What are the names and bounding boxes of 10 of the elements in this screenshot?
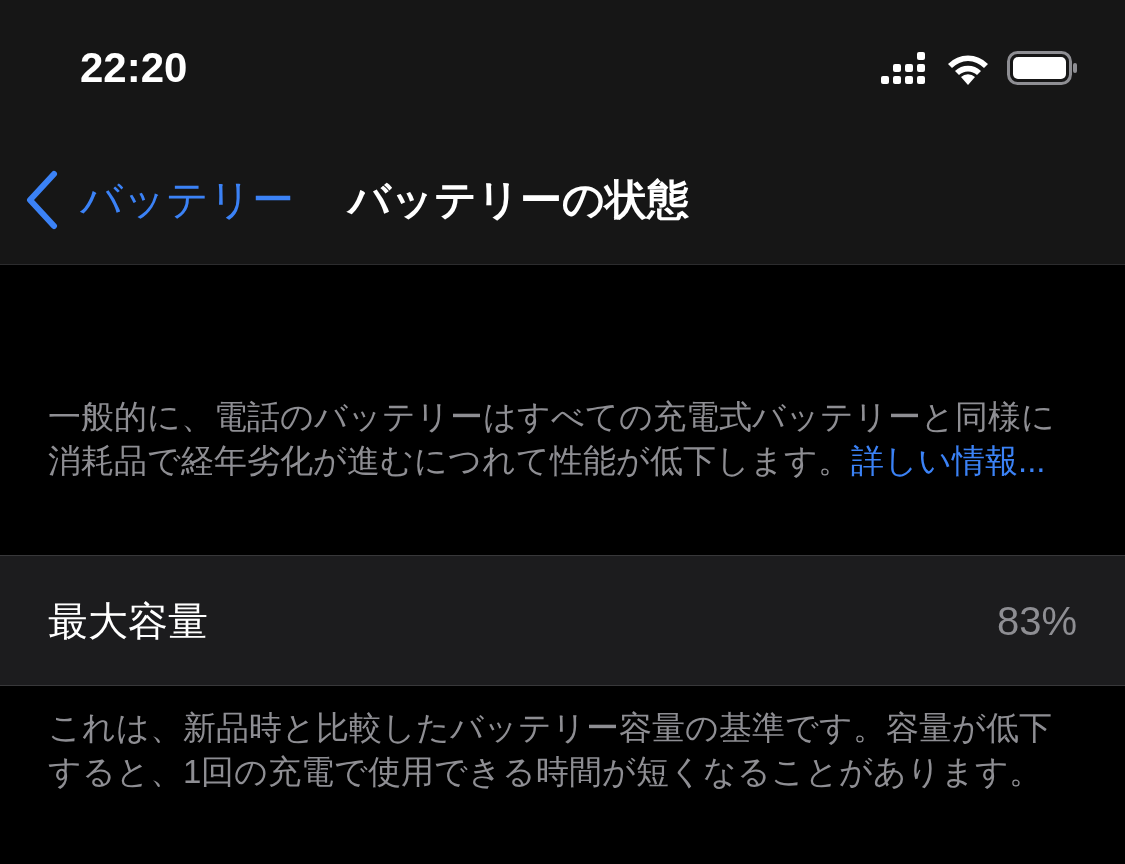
battery-icon	[1007, 50, 1079, 85]
clock-time: 22:20	[80, 43, 188, 93]
screen-title: バッテリーの状態	[348, 175, 689, 225]
row-value: 83%	[996, 597, 1077, 645]
row-label: 最大容量	[48, 597, 208, 645]
learn-more-link[interactable]: 詳しい情報...	[851, 442, 1046, 479]
chevron-left-icon	[24, 169, 60, 230]
footer-note: これは、新品時と比較したバッテリー容量の基準です。容量が低下すると、1回の充電で使用できる時間が短くなることがあります。	[47, 708, 1053, 792]
back-button[interactable]: バッテリー	[24, 168, 294, 231]
intro-paragraph: 一般的に、電話のバッテリーはすべての充電式バッテリーと同様に消耗品で経年劣化が進むにつれて性能が低下します。詳しい情報...	[47, 397, 1056, 481]
